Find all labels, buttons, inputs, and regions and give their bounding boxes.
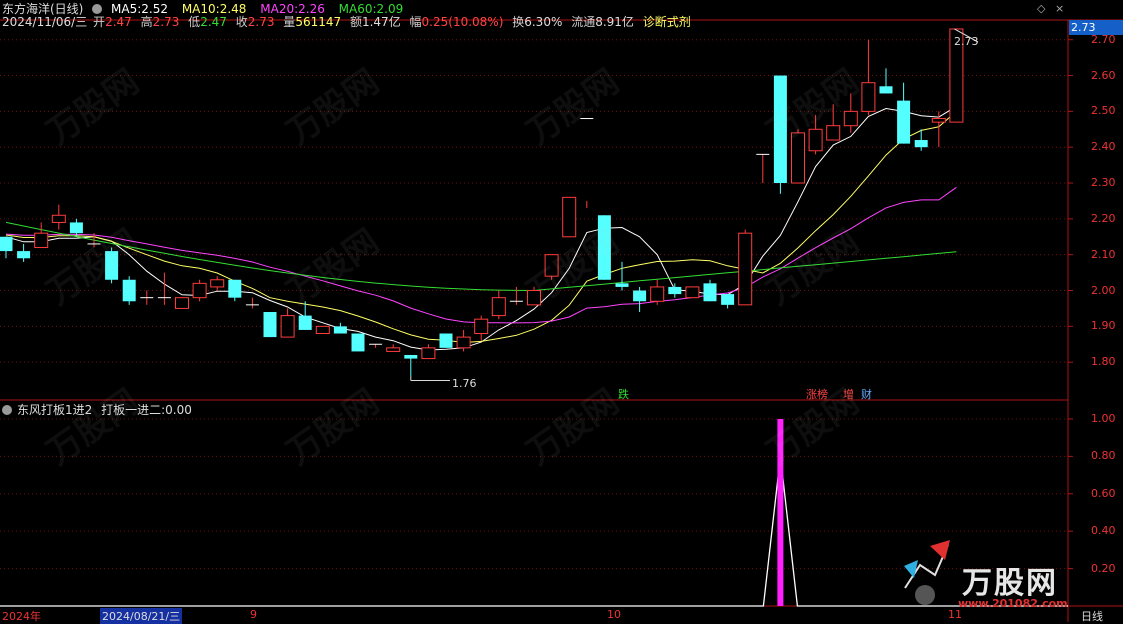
candle-down[interactable] — [333, 326, 347, 334]
event-tag-down[interactable]: 跌 — [618, 386, 629, 402]
candle-down[interactable] — [17, 251, 31, 259]
indicator-tick-label: 0.20 — [1091, 561, 1116, 575]
candle-down[interactable] — [897, 100, 911, 144]
indicator-tick-label: 0.40 — [1091, 524, 1116, 538]
time-label-sep: 9 — [250, 608, 257, 621]
time-label-oct: 10 — [607, 608, 621, 621]
indicator-tick-label: 0.80 — [1091, 449, 1116, 463]
settings-circle-icon[interactable] — [92, 3, 103, 14]
low-price-label: 1.76 — [452, 377, 477, 390]
candle-up[interactable] — [474, 318, 489, 335]
price-tick-label: 2.40 — [1091, 140, 1116, 154]
event-tag-list[interactable]: 涨榜 — [806, 386, 828, 402]
candle-down[interactable] — [298, 315, 312, 330]
candle-down[interactable] — [914, 140, 928, 148]
candle-up[interactable] — [826, 125, 841, 141]
candle-up[interactable] — [315, 325, 330, 335]
close-icon[interactable]: × — [1055, 2, 1064, 15]
candle-up[interactable] — [280, 315, 295, 338]
watermark-brand: 万股网 — [962, 566, 1058, 601]
candle-up[interactable] — [791, 132, 805, 184]
candle-down[interactable] — [597, 215, 611, 280]
candle-down[interactable] — [228, 279, 242, 298]
diamond-icon[interactable]: ◇ — [1037, 2, 1045, 15]
indicator-settings-icon[interactable] — [2, 404, 12, 415]
candle-up[interactable] — [527, 290, 541, 306]
candle-down[interactable] — [351, 333, 365, 352]
diagnosis-link[interactable]: 诊断式剂 — [643, 15, 691, 29]
price-tick-label: 1.80 — [1091, 355, 1116, 369]
candle-up[interactable] — [51, 214, 66, 223]
event-tag-finance[interactable]: 财 — [861, 386, 872, 402]
indicator-header: 东风打板1进2 打板一进二:0.00 — [2, 401, 197, 419]
candle-down[interactable] — [633, 290, 647, 302]
candle-up[interactable] — [738, 232, 753, 306]
candle-up[interactable] — [175, 297, 189, 309]
candle-up[interactable] — [931, 118, 946, 123]
candle-down[interactable] — [703, 283, 717, 302]
candle-up[interactable] — [421, 347, 436, 360]
candle-up[interactable] — [386, 347, 401, 352]
price-tick-label: 1.90 — [1091, 319, 1116, 333]
candle-down[interactable] — [879, 86, 893, 94]
candle-down[interactable] — [721, 294, 735, 305]
price-tick-label: 2.60 — [1091, 68, 1116, 82]
candle-down[interactable] — [439, 333, 453, 348]
candle-up[interactable] — [210, 279, 225, 288]
candle-down[interactable] — [105, 251, 119, 280]
indicator-title[interactable]: 东风打板1进2 — [17, 403, 92, 417]
candle-up[interactable] — [861, 82, 876, 112]
candle-down[interactable] — [404, 355, 418, 359]
candle-up[interactable] — [843, 110, 858, 127]
candle-up[interactable] — [192, 282, 207, 299]
candle-up[interactable] — [562, 196, 577, 238]
price-tick-label: 2.30 — [1091, 176, 1116, 190]
chart-stage[interactable] — [0, 0, 1123, 622]
candle-down[interactable] — [773, 75, 787, 184]
candle-up[interactable] — [650, 286, 665, 302]
event-tag-add[interactable]: 增 — [843, 386, 854, 402]
candle-up[interactable] — [456, 336, 471, 349]
candle-down[interactable] — [668, 286, 682, 295]
candle-up[interactable] — [34, 232, 49, 249]
price-tick-label: 2.50 — [1091, 104, 1116, 118]
candle-down[interactable] — [615, 283, 629, 287]
signal-bar[interactable] — [777, 418, 784, 606]
high-price-label: 2.73 — [954, 35, 979, 48]
indicator-tick-label: 1.00 — [1091, 411, 1116, 425]
indicator-tick-label: 0.60 — [1091, 486, 1116, 500]
price-tick-label: 2.00 — [1091, 283, 1116, 297]
candle-down[interactable] — [122, 279, 136, 302]
candle-down[interactable] — [263, 312, 277, 338]
quote-row: 2024/11/06/三 开2.47 高2.73 低2.47 收2.73 量56… — [2, 15, 691, 29]
candle-up[interactable] — [808, 128, 823, 152]
candle-up[interactable] — [685, 286, 700, 299]
candle-up[interactable] — [491, 297, 506, 317]
price-tick-label: 2.20 — [1091, 211, 1116, 225]
candle-up[interactable] — [544, 254, 559, 277]
price-tick-label: 2.70 — [1091, 32, 1116, 46]
watermark-url: www.201082.com — [958, 597, 1068, 610]
candle-down[interactable] — [69, 222, 83, 234]
price-tick-label: 2.10 — [1091, 247, 1116, 261]
candle-down[interactable] — [0, 236, 13, 252]
